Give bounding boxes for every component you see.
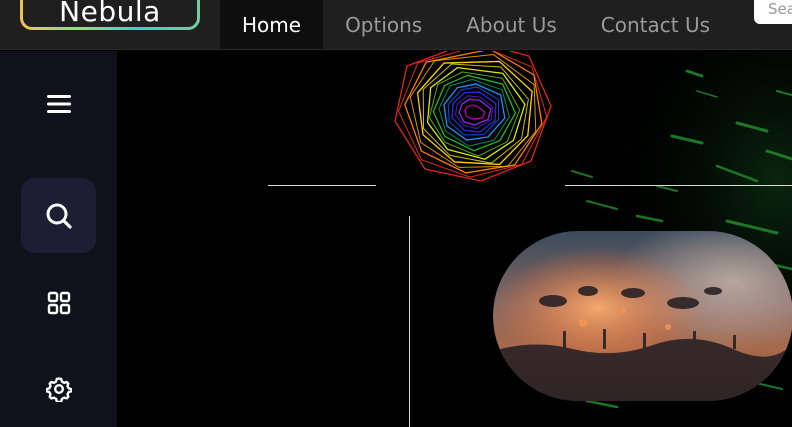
nav-about-us[interactable]: About Us: [444, 0, 579, 49]
top-navbar: Nebula Home Options About Us Contact Us: [0, 0, 792, 50]
grid-icon: [47, 291, 70, 314]
divider-line-right: [565, 185, 792, 186]
battle-scene-image: [493, 231, 792, 401]
sidebar-dashboard-button[interactable]: [21, 265, 96, 340]
gear-icon: [45, 376, 72, 402]
sidebar-search-button[interactable]: [21, 178, 96, 253]
nav-contact-us[interactable]: Contact Us: [579, 0, 732, 49]
brand-name: Nebula: [59, 0, 161, 28]
brand-logo[interactable]: Nebula: [20, 0, 200, 30]
sidebar-menu-button[interactable]: [21, 66, 96, 141]
search-input[interactable]: [754, 0, 792, 24]
divider-line-left: [268, 185, 376, 186]
nav-home[interactable]: Home: [220, 0, 324, 49]
divider-line-vertical: [409, 216, 410, 427]
search-icon: [46, 203, 72, 229]
battle-scene-artwork: [493, 231, 792, 401]
menu-icon: [46, 94, 71, 113]
main-nav: Home Options About Us Contact Us: [220, 0, 732, 49]
sidebar: [0, 51, 117, 427]
main-canvas: [117, 51, 792, 427]
sidebar-settings-button[interactable]: [21, 351, 96, 426]
brand-logo-inner: Nebula: [23, 0, 197, 27]
nav-options[interactable]: Options: [323, 0, 444, 49]
rainbow-spiral-graphic: [394, 51, 552, 182]
